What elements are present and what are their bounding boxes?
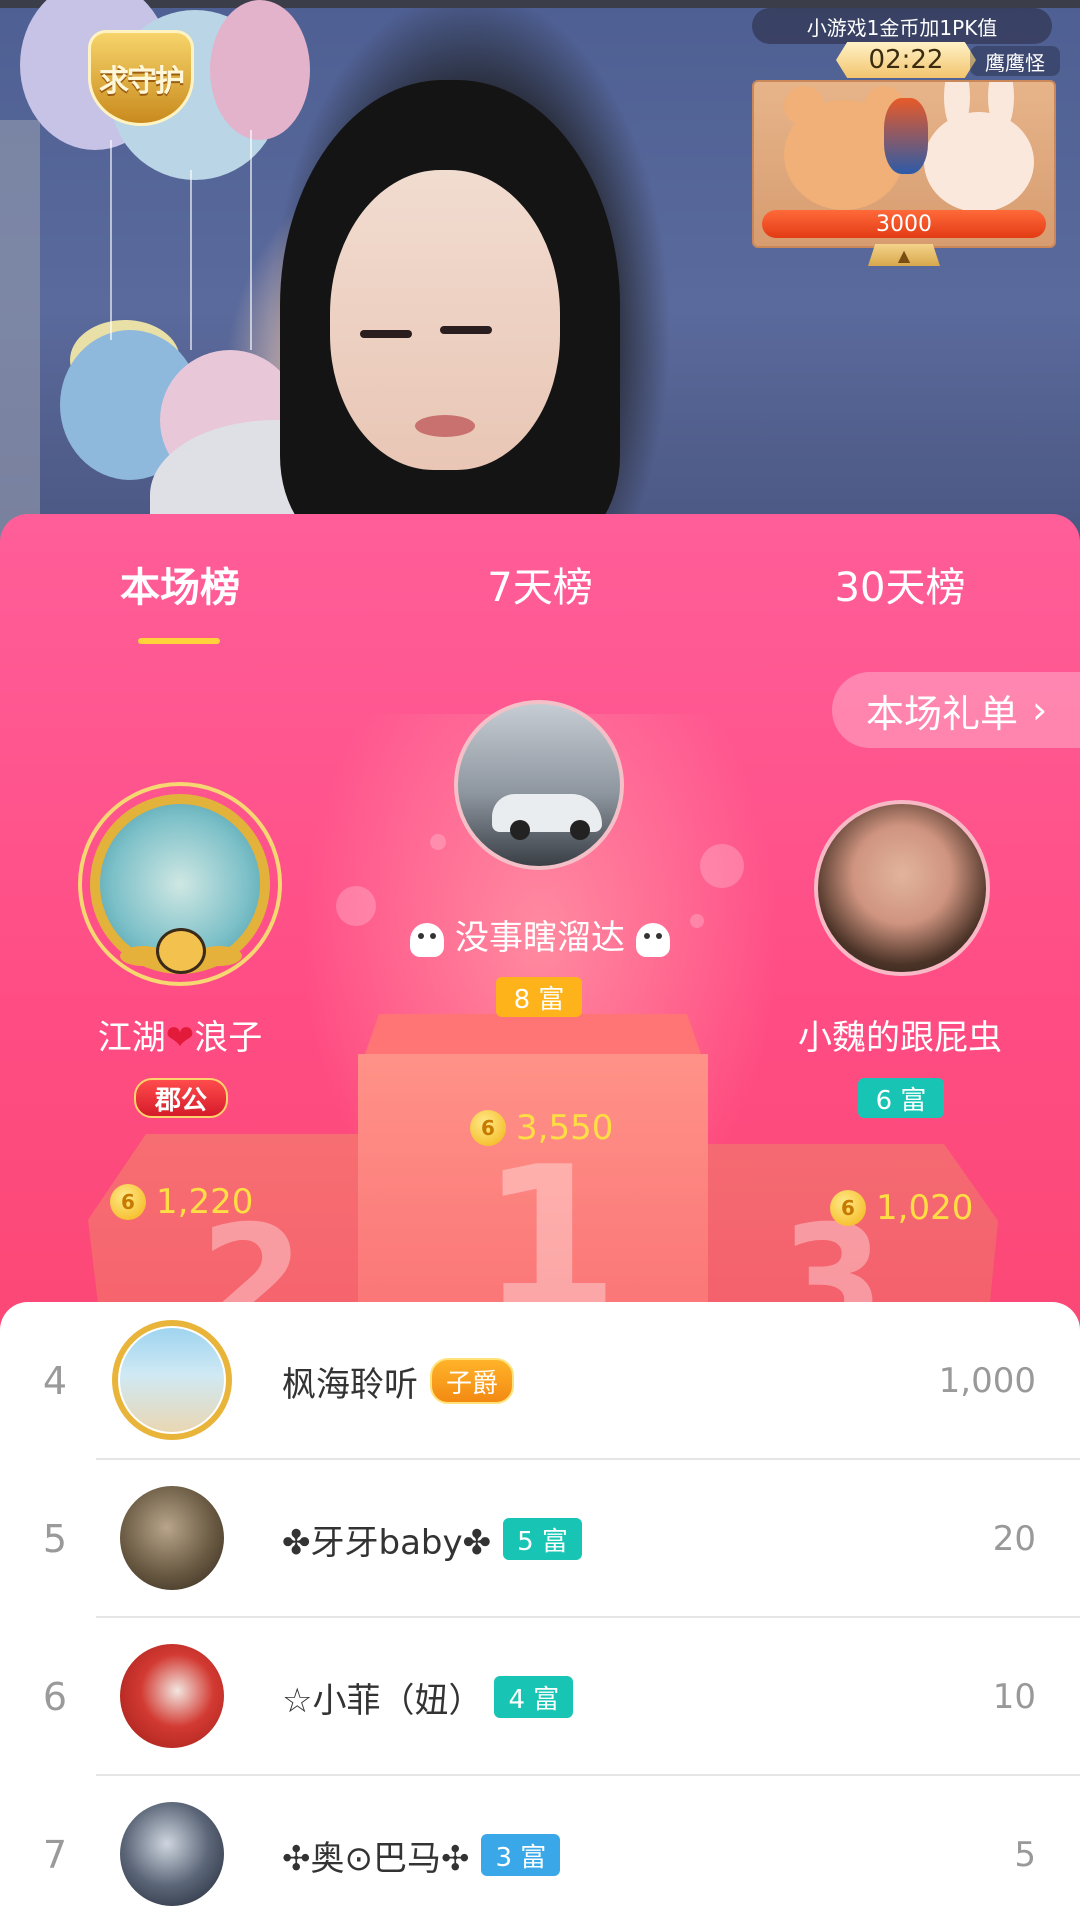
- active-tab-indicator: [138, 638, 220, 644]
- contribution-score: 20: [992, 1519, 1036, 1559]
- avatar-third[interactable]: [814, 800, 990, 976]
- rank-number: 6: [42, 1675, 68, 1719]
- rich-level-badge: 8 富: [496, 977, 582, 1017]
- user-name[interactable]: ✣奥⊙巴马✣ 3 富: [282, 1776, 561, 1920]
- live-video[interactable]: 求守护 小游戏1金币加1PK值 02:22 鹰鹰怪 3000 ▲: [0, 0, 1080, 560]
- collapse-up-icon[interactable]: ▲: [868, 244, 940, 266]
- list-item[interactable]: 6 ☆小菲（妞） 4 富 10: [0, 1618, 1080, 1776]
- rich-level-badge: 6 富: [858, 1078, 944, 1118]
- bubble-decor: [690, 914, 704, 928]
- status-strip: [0, 0, 1080, 8]
- balloon-string: [250, 130, 252, 350]
- bubble-decor: [700, 844, 744, 888]
- rich-level-badge: 3 富: [481, 1834, 561, 1876]
- contribution-score: 10: [992, 1677, 1036, 1717]
- pk-score-bar: 3000: [762, 210, 1046, 238]
- first-place-name[interactable]: 没事瞎溜达: [400, 910, 680, 959]
- rank-number: 7: [42, 1833, 68, 1877]
- balloon-string: [190, 170, 192, 350]
- user-name[interactable]: ✤牙牙baby✤ 5 富: [282, 1460, 582, 1618]
- second-place-name-left: 江湖: [97, 1018, 166, 1058]
- pk-timer: 02:22: [836, 42, 976, 78]
- gold-avatar-frame: [112, 1320, 232, 1440]
- noble-title-badge: 子爵: [430, 1358, 515, 1404]
- guard-badge[interactable]: 求守护: [88, 30, 194, 126]
- list-item[interactable]: 7 ✣奥⊙巴马✣ 3 富 5: [0, 1776, 1080, 1920]
- pk-opponent-name: 鹰鹰怪: [970, 46, 1060, 76]
- user-name-text: ✤牙牙baby✤: [282, 1522, 492, 1563]
- list-item[interactable]: 4 枫海聆听 子爵 1,000: [0, 1302, 1080, 1460]
- coin-icon: 6: [830, 1190, 866, 1226]
- lips: [415, 415, 475, 437]
- bubble-decor: [430, 834, 446, 850]
- rank-tabs: 本场榜 7天榜 30天榜: [0, 544, 1080, 644]
- curtain-decor: [0, 120, 40, 560]
- third-place-name[interactable]: 小魏的跟屁虫: [780, 1010, 1020, 1059]
- rank-number: 5: [42, 1517, 68, 1561]
- balloon-string: [110, 140, 112, 340]
- third-place-coins: 6 1,020: [830, 1188, 973, 1228]
- pk-banner[interactable]: 小游戏1金币加1PK值: [752, 8, 1052, 44]
- user-name[interactable]: 枫海聆听 子爵: [282, 1302, 515, 1460]
- avatar[interactable]: [120, 1486, 224, 1590]
- coin-icon: 6: [110, 1184, 146, 1220]
- coin-amount: 3,550: [516, 1108, 614, 1148]
- rank-list[interactable]: 4 枫海聆听 子爵 1,000 5 ✤牙牙baby✤ 5 富 20 6 ☆小菲（…: [0, 1302, 1080, 1920]
- coin-icon: 6: [470, 1110, 506, 1146]
- bird-icon: [884, 98, 928, 174]
- first-place-name-text: 没事瞎溜达: [455, 918, 625, 958]
- user-name-text: 枫海聆听: [282, 1364, 418, 1405]
- user-name-text: ✣奥⊙巴马✣: [282, 1838, 470, 1879]
- user-name-text: ☆小菲（妞）: [282, 1680, 483, 1721]
- ghost-icon: [410, 922, 445, 957]
- second-place-coins: 6 1,220: [110, 1182, 253, 1222]
- gift-list-label: 本场礼单: [866, 691, 1019, 736]
- noble-title-badge: 郡公: [134, 1078, 228, 1118]
- rich-level-badge: 5 富: [503, 1518, 582, 1560]
- bubble-decor: [336, 886, 376, 926]
- second-place-name[interactable]: 江湖❤浪子: [60, 1010, 300, 1059]
- pk-game-widget[interactable]: 3000: [752, 80, 1056, 248]
- heart-icon: ❤: [165, 1018, 195, 1058]
- eye: [440, 326, 492, 334]
- rank-number: 4: [42, 1359, 68, 1403]
- gift-list-button[interactable]: 本场礼单 ›: [832, 672, 1080, 748]
- coin-amount: 1,020: [876, 1188, 974, 1228]
- balloon-decor: [210, 0, 310, 140]
- rich-level-badge: 4 富: [494, 1676, 574, 1718]
- avatar[interactable]: [120, 1644, 224, 1748]
- avatar-first[interactable]: [454, 700, 624, 870]
- eye: [360, 330, 412, 338]
- first-place-coins: 6 3,550: [470, 1108, 613, 1148]
- tab-7-days[interactable]: 7天榜: [460, 544, 620, 624]
- list-item[interactable]: 5 ✤牙牙baby✤ 5 富 20: [0, 1460, 1080, 1618]
- car-image: [492, 794, 602, 840]
- chevron-right-icon: ›: [1032, 688, 1048, 732]
- contribution-score: 5: [1014, 1835, 1036, 1875]
- user-name[interactable]: ☆小菲（妞） 4 富: [282, 1618, 574, 1776]
- avatar[interactable]: [120, 1802, 224, 1906]
- bunny-icon: [924, 82, 1034, 212]
- coin-amount: 1,220: [156, 1182, 254, 1222]
- second-place-name-right: 浪子: [194, 1018, 263, 1058]
- crest-icon: [156, 928, 206, 974]
- tab-current-session[interactable]: 本场榜: [100, 544, 260, 624]
- ghost-icon: [635, 922, 670, 957]
- tab-30-days[interactable]: 30天榜: [820, 544, 980, 624]
- contribution-score: 1,000: [938, 1361, 1036, 1401]
